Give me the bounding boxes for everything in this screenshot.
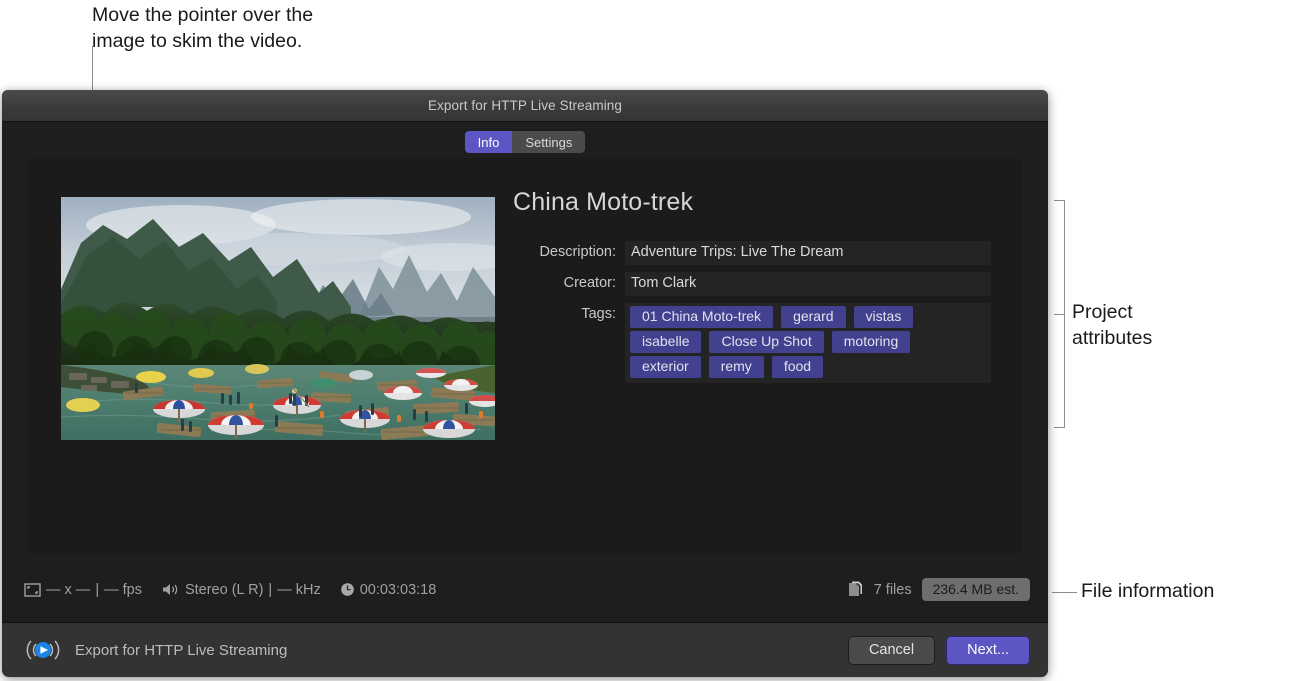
tags-label: Tags: <box>513 303 625 322</box>
video-thumbnail[interactable] <box>61 197 495 440</box>
project-title: China Moto-trek <box>513 188 991 217</box>
callout-file-information-label: File information <box>1081 578 1214 604</box>
callout-project-attributes-label: Project attributes <box>1072 299 1152 351</box>
media-properties: — x — | — fps Stereo (L R) | — kHz <box>24 582 450 598</box>
estimated-size: 236.4 MB est. <box>922 578 1030 601</box>
tab-settings[interactable]: Settings <box>512 131 585 153</box>
creator-field[interactable]: Tom Clark <box>625 272 991 296</box>
tab-bar: Info Settings <box>2 122 1048 158</box>
tag-chip[interactable]: remy <box>709 356 764 378</box>
audio-properties: Stereo (L R) | — kHz <box>161 582 321 598</box>
project-attributes: China Moto-trek Description: Adventure T… <box>513 188 991 390</box>
callout-project-attributes-tick <box>1054 314 1065 315</box>
resolution-value: — x — <box>46 582 90 598</box>
dialog-title: Export for HTTP Live Streaming <box>428 98 622 113</box>
callout-skim-note: Move the pointer over the image to skim … <box>92 2 313 54</box>
tag-chip[interactable]: food <box>772 356 823 378</box>
export-destination-label: Export for HTTP Live Streaming <box>75 642 287 659</box>
description-row: Description: Adventure Trips: Live The D… <box>513 241 991 265</box>
footer-buttons: Cancel Next... <box>848 636 1030 665</box>
duration-properties: 00:03:03:18 <box>340 582 437 598</box>
next-button[interactable]: Next... <box>946 636 1030 665</box>
audio-channels-value: Stereo (L R) <box>185 582 263 598</box>
fps-value: — fps <box>104 582 142 598</box>
description-field[interactable]: Adventure Trips: Live The Dream <box>625 241 991 265</box>
tag-chip[interactable]: isabelle <box>630 331 701 353</box>
callout-file-information-leader-line <box>1052 592 1077 593</box>
file-information-bar: — x — | — fps Stereo (L R) | — kHz <box>2 567 1048 612</box>
tag-chip[interactable]: gerard <box>781 306 845 328</box>
export-dialog: Export for HTTP Live Streaming Info Sett… <box>2 90 1048 677</box>
sample-rate-value: — kHz <box>277 582 321 598</box>
tag-chip[interactable]: vistas <box>854 306 914 328</box>
speaker-icon <box>161 582 180 597</box>
tag-chip[interactable]: motoring <box>832 331 910 353</box>
dialog-titlebar: Export for HTTP Live Streaming <box>2 90 1048 122</box>
tags-field[interactable]: 01 China Moto-trek gerard vistas isabelle Cl… <box>625 303 991 383</box>
broadcast-play-icon <box>22 638 64 662</box>
tag-chip[interactable]: 01 China Moto-trek <box>630 306 773 328</box>
segmented-tabs: Info Settings <box>465 131 586 153</box>
description-label: Description: <box>513 241 625 260</box>
audio-separator: | <box>268 582 272 598</box>
tags-row: Tags: 01 China Moto-trek gerard vistas isab… <box>513 303 991 383</box>
info-panel: China Moto-trek Description: Adventure T… <box>29 158 1022 554</box>
screenshot-root: Move the pointer over the image to skim … <box>0 0 1298 681</box>
dialog-footer: Export for HTTP Live Streaming Cancel Ne… <box>2 622 1048 677</box>
duration-value: 00:03:03:18 <box>360 582 437 598</box>
files-icon <box>847 581 864 598</box>
tab-info[interactable]: Info <box>465 131 513 153</box>
frame-size-icon <box>24 583 41 597</box>
video-properties: — x — | — fps <box>24 582 142 598</box>
tag-chip[interactable]: Close Up Shot <box>709 331 823 353</box>
cancel-button[interactable]: Cancel <box>848 636 935 665</box>
files-count: 7 files <box>874 582 912 598</box>
tag-chip[interactable]: exterior <box>630 356 701 378</box>
output-summary: 7 files 236.4 MB est. <box>847 578 1030 601</box>
resolution-fps-separator: | <box>95 582 99 598</box>
creator-label: Creator: <box>513 272 625 291</box>
clock-icon <box>340 582 355 597</box>
creator-row: Creator: Tom Clark <box>513 272 991 296</box>
